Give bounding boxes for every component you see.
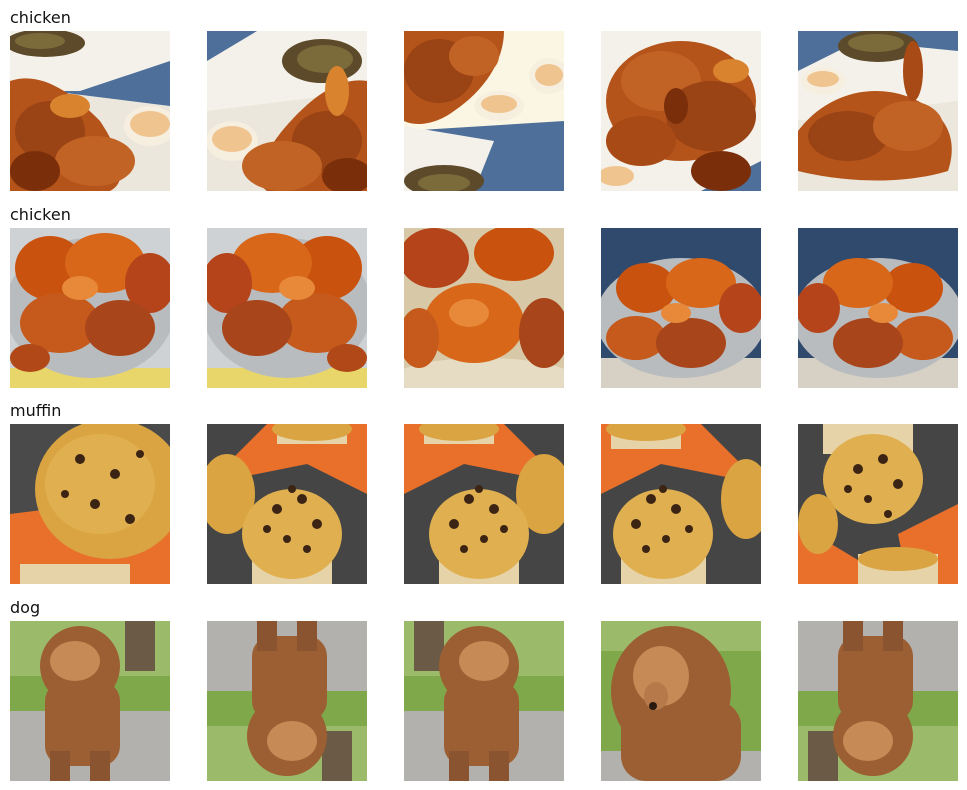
image-tile <box>10 621 170 781</box>
image-tile <box>10 424 170 584</box>
muffin-image <box>601 424 761 584</box>
chicken-image <box>601 31 761 191</box>
row-label-chicken-2: chicken <box>10 205 71 224</box>
image-tile <box>798 31 958 191</box>
muffin-image <box>798 424 958 584</box>
muffin-image <box>207 424 367 584</box>
chicken-image <box>404 228 564 388</box>
poodle-image <box>207 621 367 781</box>
chicken-image <box>404 31 564 191</box>
poodle-image <box>404 621 564 781</box>
image-tile <box>207 31 367 191</box>
image-tile <box>10 228 170 388</box>
image-tile <box>207 424 367 584</box>
image-tile <box>601 621 761 781</box>
image-tile <box>601 424 761 584</box>
image-tile <box>798 228 958 388</box>
chicken-image <box>601 228 761 388</box>
image-tile <box>404 424 564 584</box>
chicken-image <box>10 228 170 388</box>
chicken-image <box>207 31 367 191</box>
row-label-muffin: muffin <box>10 401 62 420</box>
poodle-image <box>601 621 761 781</box>
poodle-image <box>10 621 170 781</box>
chicken-image <box>798 31 958 191</box>
image-tile <box>404 31 564 191</box>
row-label-dog: dog <box>10 598 41 617</box>
image-tile <box>798 424 958 584</box>
image-tile <box>601 31 761 191</box>
muffin-image <box>404 424 564 584</box>
muffin-image <box>10 424 170 584</box>
image-tile <box>404 621 564 781</box>
image-tile <box>207 228 367 388</box>
image-tile <box>207 621 367 781</box>
image-tile <box>10 31 170 191</box>
image-tile <box>404 228 564 388</box>
image-tile <box>601 228 761 388</box>
augmentation-grid: chicken chicken muffin dog <box>0 0 967 790</box>
chicken-image <box>207 228 367 388</box>
chicken-image <box>10 31 170 191</box>
row-label-chicken-1: chicken <box>10 8 71 27</box>
chicken-image <box>798 228 958 388</box>
poodle-image <box>798 621 958 781</box>
image-tile <box>798 621 958 781</box>
